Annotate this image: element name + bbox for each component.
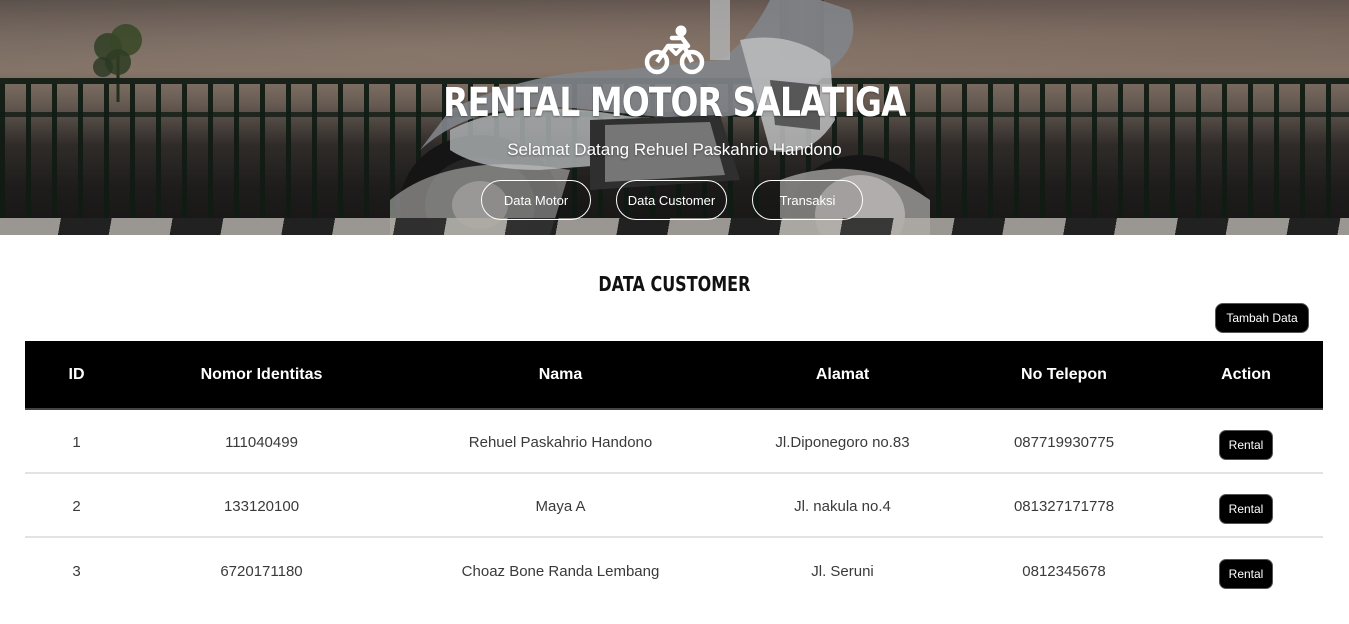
table-row: 3 6720171180 Choaz Bone Randa Lembang Jl… (25, 538, 1323, 602)
nav-transaksi-button[interactable]: Transaksi (752, 180, 863, 220)
column-header-id: ID (68, 365, 85, 383)
cell-nomor-identitas: 111040499 (225, 433, 298, 451)
cell-alamat: Jl.Diponegoro no.83 (775, 433, 910, 451)
table-row: 1 111040499 Rehuel Paskahrio Handono Jl.… (25, 410, 1323, 474)
cell-action: Rental (1169, 410, 1323, 472)
cell-id: 1 (72, 433, 81, 451)
cell-action: Rental (1169, 538, 1323, 602)
rental-button[interactable]: Rental (1219, 430, 1273, 460)
column-header-nama: Nama (538, 365, 583, 383)
cell-no-telepon: 087719930775 (1013, 433, 1115, 451)
nav-data-motor-button[interactable]: Data Motor (481, 180, 591, 220)
column-header-alamat: Alamat (815, 365, 870, 383)
cell-id: 3 (72, 562, 81, 580)
welcome-text: Selamat Datang Rehuel Paskahrio Handono (507, 140, 842, 159)
section-title: DATA CUSTOMER (598, 272, 751, 296)
site-title: RENTAL MOTOR SALATIGA (443, 80, 906, 126)
rental-button[interactable]: Rental (1219, 559, 1273, 589)
cell-nama: Choaz Bone Randa Lembang (461, 562, 660, 580)
cell-alamat: Jl. nakula no.4 (794, 497, 891, 515)
table-row: 2 133120100 Maya A Jl. nakula no.4 08132… (25, 474, 1323, 538)
nav-data-customer-button[interactable]: Data Customer (616, 180, 727, 220)
cell-no-telepon: 081327171778 (1013, 497, 1115, 515)
column-header-action: Action (1221, 365, 1271, 383)
motorcycle-rider-icon (644, 25, 705, 75)
customer-table: ID Nomor Identitas Nama Alamat No Telepo… (25, 341, 1323, 602)
rental-button[interactable]: Rental (1219, 494, 1273, 524)
cell-id: 2 (72, 497, 81, 515)
cell-nomor-identitas: 133120100 (223, 497, 300, 515)
cell-nama: Maya A (535, 497, 586, 515)
cell-action: Rental (1169, 474, 1323, 536)
cell-nomor-identitas: 6720171180 (220, 562, 303, 580)
add-data-button[interactable]: Tambah Data (1215, 303, 1309, 333)
cell-nama: Rehuel Paskahrio Handono (468, 433, 653, 451)
column-header-nomor-identitas: Nomor Identitas (200, 365, 323, 383)
cell-alamat: Jl. Seruni (811, 562, 874, 580)
hero-banner: RENTAL MOTOR SALATIGA Selamat Datang Reh… (0, 0, 1349, 235)
column-header-no-telepon: No Telepon (1021, 365, 1107, 383)
cell-no-telepon: 0812345678 (1022, 562, 1106, 580)
table-header: ID Nomor Identitas Nama Alamat No Telepo… (25, 341, 1323, 410)
